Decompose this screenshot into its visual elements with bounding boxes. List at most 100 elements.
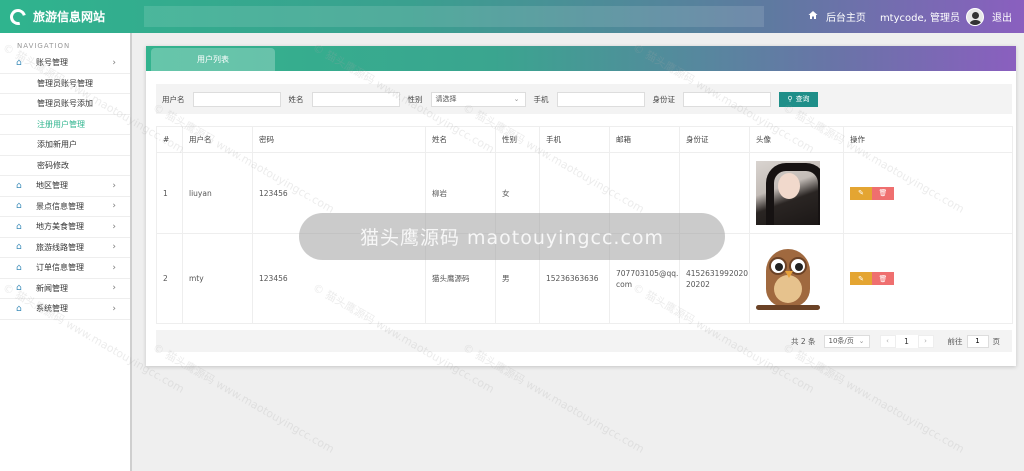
logo-ring-icon (7, 5, 29, 28)
sidebar-item-label: 系统管理 (36, 304, 68, 314)
idcard-label: 身份证 (652, 94, 676, 104)
prev-page-button[interactable]: ‹ (879, 334, 896, 348)
col-index: # (156, 126, 183, 153)
delete-button[interactable]: 🗑 (872, 272, 894, 285)
name-label: 姓名 (288, 94, 304, 104)
idcard-input[interactable] (683, 91, 771, 107)
sidebar-item-label: 旅游线路管理 (36, 242, 84, 252)
sidebar-item-region[interactable]: ⌂ 地区管理 › (0, 176, 130, 197)
sidebar-item-label: 新闻管理 (36, 283, 68, 293)
name-input[interactable] (311, 91, 400, 107)
sidebar-item-account[interactable]: ⌂ 账号管理 › (0, 53, 130, 74)
owl-beak (785, 270, 793, 278)
avatar[interactable] (966, 7, 984, 26)
col-password: 密码 (252, 126, 426, 153)
col-username: 用户名 (182, 126, 253, 153)
next-page-button[interactable]: › (917, 334, 934, 348)
sidebar-sub-user-manage[interactable]: 注册用户管理 (0, 115, 130, 135)
delete-icon: 🗑 (878, 274, 888, 283)
owl-belly (774, 274, 802, 303)
chevron-right-icon: › (112, 303, 116, 314)
sidebar-sub-user-add[interactable]: 添加新用户 (0, 135, 130, 156)
logo[interactable]: 旅游信息网站 (0, 5, 144, 28)
page-suffix: 页 (992, 336, 1001, 346)
page-size-select[interactable]: 10条/页 ⌄ (823, 334, 870, 348)
top-header: 旅游信息网站 后台主页 mtycode, 管理员 退出 (0, 0, 1024, 33)
sidebar-item-label: 账号管理 (36, 58, 68, 68)
sidebar-item-label: 地区管理 (36, 181, 68, 191)
panel-header: 用户列表 (146, 46, 1016, 71)
home-icon: ⌂ (16, 201, 22, 212)
col-gender: 性别 (495, 126, 540, 153)
edit-icon: ✎ (858, 274, 864, 283)
home-icon: ⌂ (16, 262, 22, 273)
sidebar-sub-admin-add[interactable]: 管理员账号添加 (0, 94, 130, 115)
phone-label: 手机 (533, 94, 549, 104)
cell-avatar (749, 152, 844, 234)
phone-input[interactable] (556, 91, 645, 107)
cell-index: 1 (156, 152, 183, 234)
col-name: 姓名 (425, 126, 496, 153)
header-search-bar (144, 6, 764, 27)
cell-username: liuyan (182, 152, 253, 234)
chevron-down-icon: ⌄ (858, 337, 865, 345)
avatar-photo (756, 161, 820, 225)
home-icon: ⌂ (16, 303, 22, 314)
edit-icon: ✎ (858, 189, 864, 197)
gender-select[interactable]: 请选择 ⌄ (430, 91, 526, 107)
chevron-right-icon: › (112, 283, 116, 294)
query-button-label: 查询 (795, 95, 810, 103)
goto-page-input[interactable] (966, 334, 989, 348)
home-link[interactable]: 后台主页 (826, 9, 866, 24)
home-icon: ⌂ (16, 283, 22, 294)
chevron-right-icon: › (924, 337, 927, 345)
gender-select-value: 请选择 (435, 95, 457, 103)
sidebar-item-system[interactable]: ⌂ 系统管理 › (0, 299, 130, 320)
page-number[interactable]: 1 (895, 334, 918, 348)
sidebar-item-scenic[interactable]: ⌂ 景点信息管理 › (0, 197, 130, 217)
pagination: 共 2 条 10条/页 ⌄ ‹ 1 › 前往 页 (156, 330, 1012, 352)
home-icon: ⌂ (16, 180, 22, 191)
table-header-row: # 用户名 密码 姓名 性别 手机 邮箱 身份证 头像 操作 (156, 126, 1013, 153)
tab-user-list[interactable]: 用户列表 (151, 48, 275, 71)
chevron-right-icon: › (112, 57, 116, 68)
watermark-banner: 猫头鹰源码 maotouyingcc.com (299, 213, 725, 260)
sidebar-item-order[interactable]: ⌂ 订单信息管理 › (0, 258, 130, 279)
username-input[interactable] (192, 91, 281, 107)
sidebar-item-label: 订单信息管理 (36, 263, 84, 273)
sidebar-item-route[interactable]: ⌂ 旅游线路管理 › (0, 238, 130, 258)
sidebar-item-news[interactable]: ⌂ 新闻管理 › (0, 279, 130, 299)
chevron-right-icon: › (112, 262, 116, 273)
sidebar-item-label: 地方美食管理 (36, 222, 84, 232)
page-size-value: 10条/页 (828, 337, 854, 345)
edit-button[interactable]: ✎ (850, 272, 872, 285)
cell-avatar (749, 233, 844, 324)
home-icon: ⌂ (16, 57, 22, 68)
edit-button[interactable]: ✎ (850, 186, 872, 200)
sidebar-sub-admin-manage[interactable]: 管理员账号管理 (0, 74, 130, 94)
sidebar-item-label: 景点信息管理 (36, 201, 84, 211)
chevron-right-icon: › (112, 201, 116, 212)
logout-link[interactable]: 退出 (992, 9, 1012, 24)
search-bar: 用户名 姓名 性别 请选择 ⌄ 手机 身份证 ⚲ 查询 (156, 84, 1012, 114)
pagination-total: 共 2 条 (790, 336, 816, 346)
nav-title: NAVIGATION (17, 42, 71, 50)
goto-label: 前往 (947, 336, 963, 346)
home-icon[interactable] (808, 10, 818, 23)
chevron-right-icon: › (112, 221, 116, 232)
chevron-right-icon: › (112, 242, 116, 253)
search-icon: ⚲ (787, 95, 793, 103)
home-icon: ⌂ (16, 242, 22, 253)
col-phone: 手机 (539, 126, 610, 153)
sidebar-item-food[interactable]: ⌂ 地方美食管理 › (0, 217, 130, 238)
site-title: 旅游信息网站 (33, 10, 106, 24)
col-idcard: 身份证 (679, 126, 750, 153)
row-actions: ✎ 🗑 (850, 272, 1012, 285)
cell-actions: ✎ 🗑 (843, 233, 1013, 324)
delete-icon: 🗑 (878, 189, 888, 197)
row-actions: ✎ 🗑 (850, 186, 1012, 200)
owl-avatar (756, 241, 820, 317)
sidebar-sub-password[interactable]: 密码修改 (0, 156, 130, 176)
delete-button[interactable]: 🗑 (872, 186, 894, 200)
query-button[interactable]: ⚲ 查询 (779, 91, 818, 107)
